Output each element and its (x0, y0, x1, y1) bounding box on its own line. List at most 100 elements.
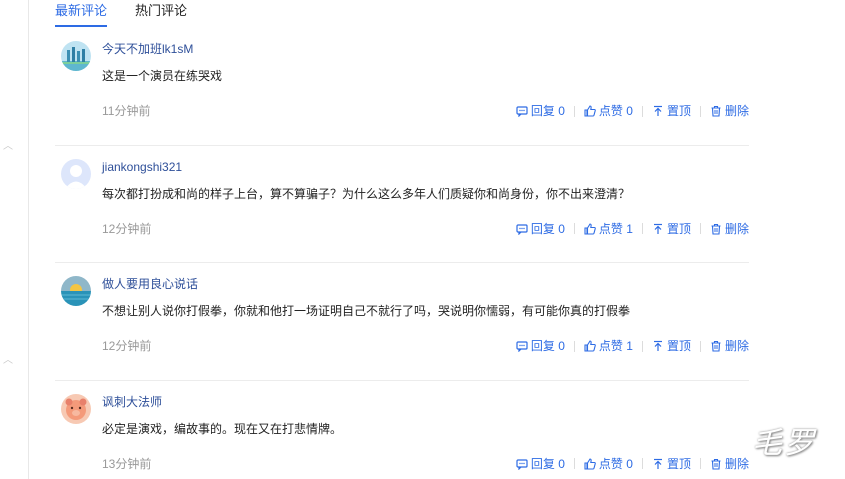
reply-label: 回复 (530, 221, 555, 236)
cartoon-pig-avatar[interactable] (61, 393, 91, 424)
like-button[interactable]: 点赞 0 (584, 456, 633, 472)
divider (573, 223, 575, 234)
pin-top-icon (652, 223, 664, 235)
thumbs-up-icon (584, 340, 596, 352)
reply-button[interactable]: 回复 0 (516, 103, 565, 119)
like-count: 0 (626, 456, 633, 471)
delete-button[interactable]: 删除 (710, 338, 749, 354)
divider (641, 340, 643, 352)
reply-button[interactable]: 回复 0 (516, 338, 565, 354)
pin-button[interactable]: 置顶 (652, 103, 691, 119)
pin-top-icon (652, 340, 664, 352)
comment-time: 11分钟前 (102, 104, 151, 118)
delete-label: 删除 (724, 221, 749, 236)
reply-icon (516, 105, 528, 117)
like-label: 点赞 (598, 221, 623, 236)
delete-button[interactable]: 删除 (710, 221, 749, 237)
delete-button[interactable]: 删除 (710, 456, 749, 472)
comment-time: 12分钟前 (102, 221, 152, 236)
reply-count: 0 (558, 456, 565, 471)
comment-text: 必定是演戏，编故事的。现在又在打悲情牌。 (102, 421, 343, 436)
comment-actions: 回复 0 点赞 0 置顶 删除 (516, 456, 749, 472)
comment-time: 13分钟前 (102, 456, 152, 471)
reply-label: 回复 (530, 339, 555, 353)
default-user-avatar[interactable] (61, 158, 91, 189)
reply-button[interactable]: 回复 0 (516, 221, 565, 237)
pin-label: 置顶 (666, 456, 691, 471)
like-count: 1 (626, 221, 633, 236)
divider (699, 340, 701, 352)
divider (641, 105, 643, 117)
like-count: 0 (626, 104, 633, 118)
divider (641, 223, 643, 234)
pin-label: 置顶 (666, 339, 691, 353)
pin-top-icon (652, 458, 664, 470)
reply-count: 0 (558, 104, 565, 118)
watermark: 毛罗 (752, 426, 816, 461)
like-label: 点赞 (598, 339, 623, 353)
pin-button[interactable]: 置顶 (652, 338, 691, 354)
comment-username[interactable]: 今天不加班lk1sM (102, 41, 193, 57)
collapse-arrow-icon[interactable]: ︿ (3, 356, 13, 366)
divider (641, 458, 643, 469)
divider (699, 223, 701, 234)
sunset-sea-avatar[interactable] (61, 276, 91, 306)
comments-page: ︿ ︿ 最新评论 热门评论 今天不加班lk1sM 这是一个演员在练哭戏 11分钟… (0, 0, 845, 479)
reply-icon (516, 458, 528, 470)
like-button[interactable]: 点赞 1 (584, 338, 633, 354)
pin-button[interactable]: 置顶 (652, 221, 691, 237)
pin-button[interactable]: 置顶 (652, 456, 691, 472)
pin-label: 置顶 (666, 104, 691, 118)
thumbs-up-icon (584, 457, 596, 470)
delete-label: 删除 (724, 104, 749, 118)
delete-label: 删除 (724, 339, 749, 353)
reply-label: 回复 (530, 104, 555, 118)
tab-hot-comments[interactable]: 热门评论 (135, 0, 187, 28)
reply-button[interactable]: 回复 0 (516, 456, 565, 472)
comment-tabs: 最新评论 热门评论 (55, 0, 187, 28)
comment-actions: 回复 0 点赞 1 置顶 删除 (516, 221, 749, 237)
pin-label: 置顶 (666, 221, 691, 236)
reply-count: 0 (558, 339, 565, 353)
comment-item: 今天不加班lk1sM 这是一个演员在练哭戏 11分钟前 回复 0 点赞 0 置顶 (55, 28, 749, 146)
city-skyline-avatar[interactable] (61, 41, 91, 71)
delete-label: 删除 (724, 456, 749, 471)
thumbs-up-icon (584, 222, 596, 235)
like-label: 点赞 (598, 456, 623, 471)
thumbs-up-icon (584, 105, 596, 117)
comment-username[interactable]: 讽刺大法师 (102, 394, 162, 410)
comment-list: 今天不加班lk1sM 这是一个演员在练哭戏 11分钟前 回复 0 点赞 0 置顶 (55, 28, 749, 479)
comment-time: 12分钟前 (102, 339, 152, 353)
reply-icon (516, 223, 528, 235)
like-label: 点赞 (598, 104, 623, 118)
pin-top-icon (652, 105, 664, 117)
reply-count: 0 (558, 221, 565, 236)
trash-icon (710, 223, 722, 235)
divider (699, 105, 701, 117)
comment-item: 做人要用良心说话 不想让别人说你打假拳，你就和他打一场证明自己不就行了吗，哭说明… (55, 263, 749, 381)
comment-actions: 回复 0 点赞 1 置顶 删除 (516, 338, 749, 354)
comment-actions: 回复 0 点赞 0 置顶 删除 (516, 103, 749, 119)
comment-text: 每次都打扮成和尚的样子上台，算不算骗子？为什么这么多年人们质疑你和尚身份，你不出… (102, 186, 631, 201)
comment-item: 讽刺大法师 必定是演戏，编故事的。现在又在打悲情牌。 13分钟前 回复 0 点赞… (55, 381, 749, 479)
collapse-arrow-icon[interactable]: ︿ (3, 142, 13, 152)
comment-text: 这是一个演员在练哭戏 (102, 69, 223, 83)
trash-icon (710, 105, 722, 117)
comment-text: 不想让别人说你打假拳，你就和他打一场证明自己不就行了吗，哭说明你懦弱，有可能你真… (102, 304, 631, 318)
divider (699, 458, 701, 469)
tab-latest-comments[interactable]: 最新评论 (55, 0, 108, 28)
delete-button[interactable]: 删除 (710, 103, 749, 119)
comment-username[interactable]: 做人要用良心说话 (102, 276, 198, 292)
comment-item: jiankongshi321 每次都打扮成和尚的样子上台，算不算骗子？为什么这么… (55, 146, 749, 263)
comment-username[interactable]: jiankongshi321 (102, 159, 182, 175)
divider (573, 340, 575, 352)
reply-label: 回复 (530, 456, 555, 471)
divider (573, 458, 575, 469)
divider (573, 105, 575, 117)
like-count: 1 (626, 339, 633, 353)
like-button[interactable]: 点赞 0 (584, 103, 633, 119)
reply-icon (516, 340, 528, 352)
trash-icon (710, 340, 722, 352)
like-button[interactable]: 点赞 1 (584, 221, 633, 237)
left-rail: ︿ ︿ (3, 0, 29, 479)
